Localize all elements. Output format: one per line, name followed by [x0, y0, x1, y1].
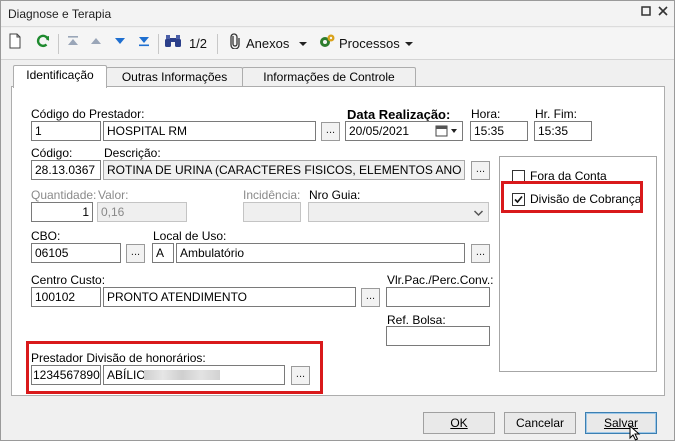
last-record-icon[interactable]	[135, 33, 153, 55]
codigo-label: Código:	[31, 146, 73, 160]
ref-bolsa-field[interactable]	[386, 326, 490, 346]
vlr-pac-field[interactable]	[386, 287, 490, 307]
quantidade-label: Quantidade:	[31, 188, 97, 202]
cancel-button[interactable]: Cancelar	[504, 412, 576, 434]
chevron-down-icon[interactable]	[403, 33, 415, 55]
chevron-down-icon[interactable]	[297, 33, 309, 55]
centro-custo-lookup-button[interactable]: ...	[361, 288, 380, 307]
window-title: Diagnose e Terapia	[8, 7, 112, 21]
prestador-name-field[interactable]: HOSPITAL RM	[103, 121, 316, 141]
data-realizacao-label: Data Realização:	[347, 107, 451, 122]
quantidade-field[interactable]: 1	[31, 202, 93, 222]
valor-field: 0,16	[97, 202, 187, 222]
hora-field[interactable]: 15:35	[470, 121, 528, 141]
tab-informacoes-controle[interactable]: Informações de Controle	[242, 67, 416, 88]
tab-identificacao[interactable]: Identificação	[13, 65, 107, 88]
save-button[interactable]: Salvar	[585, 412, 657, 434]
local-uso-label: Local de Uso:	[153, 229, 227, 243]
vlr-pac-label: Vlr.Pac./Perc.Conv.:	[387, 273, 494, 287]
cbo-lookup-button[interactable]: ...	[126, 244, 145, 263]
toolbar: 1/2 Anexos Processos	[1, 28, 674, 60]
valor-label: Valor:	[98, 188, 129, 202]
descricao-field[interactable]: ROTINA DE URINA (CARACTERES FISICOS, ELE…	[103, 160, 465, 180]
hr-fim-label: Hr. Fim:	[535, 107, 577, 121]
highlight-prestador-divisao	[26, 341, 323, 394]
close-icon[interactable]	[655, 5, 671, 21]
local-uso-code-field[interactable]: A	[152, 243, 174, 263]
centro-custo-label: Centro Custo:	[31, 273, 106, 287]
cbo-label: CBO:	[31, 229, 61, 243]
cbo-field[interactable]: 06105	[31, 243, 121, 263]
data-realizacao-value: 20/05/2021	[349, 124, 410, 138]
previous-record-icon[interactable]	[87, 33, 105, 55]
prestador-code-label: Código do Prestador:	[31, 107, 145, 121]
nro-guia-select[interactable]	[308, 202, 489, 222]
dialog-window: Diagnose e Terapia 1/2 Anexos Processos …	[0, 0, 675, 441]
nro-guia-label: Nro Guia:	[309, 188, 361, 202]
prestador-code-field[interactable]: 1	[31, 121, 101, 141]
chevron-down-icon	[473, 205, 484, 221]
ref-bolsa-label: Ref. Bolsa:	[387, 313, 446, 327]
restore-icon[interactable]	[638, 5, 654, 21]
local-uso-name-field[interactable]: Ambulatório	[176, 243, 465, 263]
record-counter: 1/2	[188, 36, 208, 51]
refresh-icon[interactable]	[33, 33, 53, 55]
highlight-divisao-cobranca	[501, 181, 643, 213]
processes-icon[interactable]	[317, 33, 337, 55]
tab-outras-informacoes[interactable]: Outras Informações	[106, 67, 243, 88]
centro-custo-name-field[interactable]: PRONTO ATENDIMENTO	[103, 287, 356, 307]
descricao-lookup-button[interactable]: ...	[471, 161, 490, 180]
calendar-dropdown-icon[interactable]	[434, 123, 460, 139]
first-record-icon[interactable]	[64, 33, 82, 55]
paperclip-icon[interactable]	[226, 33, 244, 55]
mouse-cursor-icon	[629, 424, 641, 444]
incidencia-label: Incidência:	[243, 188, 301, 202]
ok-button[interactable]: OK	[423, 412, 495, 434]
descricao-label: Descrição:	[104, 146, 161, 160]
next-record-icon[interactable]	[111, 33, 129, 55]
hora-label: Hora:	[471, 107, 501, 121]
centro-custo-code-field[interactable]: 100102	[31, 287, 101, 307]
prestador-lookup-button[interactable]: ...	[321, 122, 340, 141]
title-bar: Diagnose e Terapia	[1, 1, 674, 27]
annexes-menu[interactable]: Anexos	[246, 33, 294, 55]
local-uso-lookup-button[interactable]: ...	[471, 244, 490, 263]
hr-fim-field[interactable]: 15:35	[534, 121, 592, 141]
processes-menu[interactable]: Processos	[339, 33, 401, 55]
new-document-icon[interactable]	[6, 33, 24, 55]
data-realizacao-field[interactable]: 20/05/2021	[345, 121, 463, 141]
codigo-field[interactable]: 28.13.0367	[31, 160, 101, 180]
incidencia-field	[243, 202, 301, 222]
binoculars-icon[interactable]	[163, 33, 183, 55]
